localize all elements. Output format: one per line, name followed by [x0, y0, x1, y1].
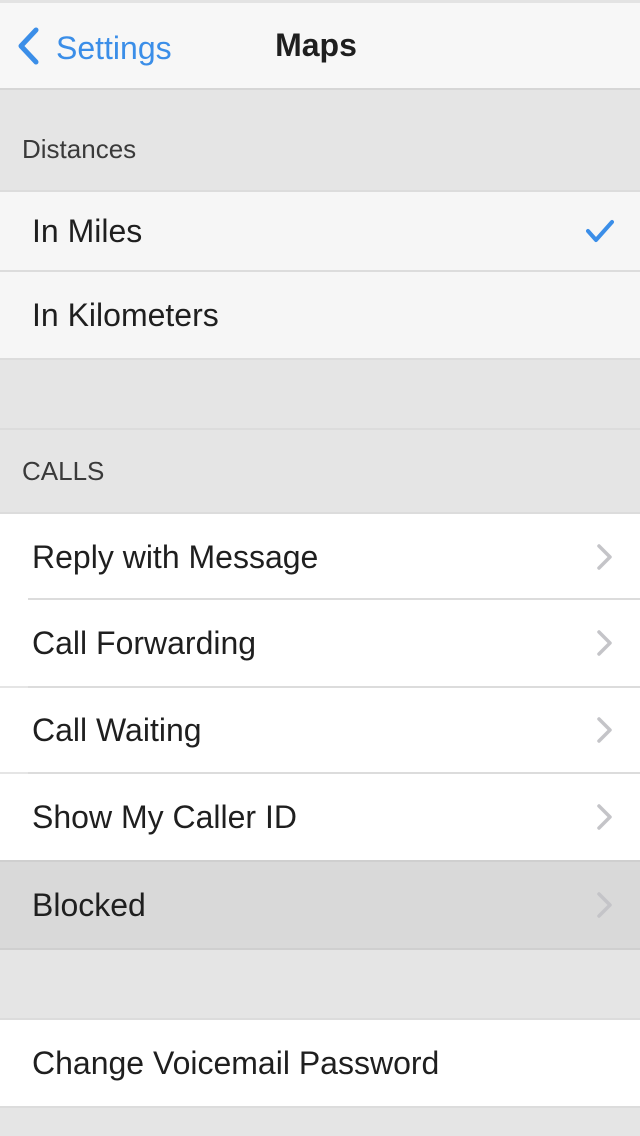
item-label: Blocked [32, 886, 146, 923]
calls-item-call-waiting[interactable]: Call Waiting [0, 688, 640, 772]
chevron-right-icon [596, 803, 614, 831]
item-label: Call Forwarding [32, 624, 257, 661]
option-label: In Kilometers [32, 296, 219, 333]
checkmark-icon [586, 219, 614, 243]
option-label: In Miles [32, 212, 143, 249]
calls-item-reply-with-message[interactable]: Reply with Message [0, 512, 640, 600]
calls-item-show-my-caller-id[interactable]: Show My Caller ID [0, 774, 640, 860]
chevron-right-icon [596, 543, 614, 571]
distance-option-miles[interactable]: In Miles [0, 190, 640, 270]
item-label: Show My Caller ID [32, 798, 297, 835]
distance-option-kilometers[interactable]: In Kilometers [0, 272, 640, 360]
item-label: Change Voicemail Password [32, 1044, 440, 1081]
calls-item-call-forwarding[interactable]: Call Forwarding [0, 600, 640, 686]
item-label: Call Waiting [32, 711, 202, 748]
page-title: Maps [275, 27, 357, 63]
chevron-right-icon [596, 629, 614, 657]
chevron-right-icon [596, 716, 614, 744]
section-header-distances: Distances [22, 134, 137, 164]
navigation-bar: Settings Maps [0, 0, 640, 90]
change-voicemail-password-row[interactable]: Change Voicemail Password [0, 1018, 640, 1108]
section-header-calls: CALLS [22, 456, 105, 486]
calls-item-blocked[interactable]: Blocked [0, 860, 640, 950]
item-label: Reply with Message [32, 538, 319, 575]
chevron-right-icon [596, 891, 614, 919]
